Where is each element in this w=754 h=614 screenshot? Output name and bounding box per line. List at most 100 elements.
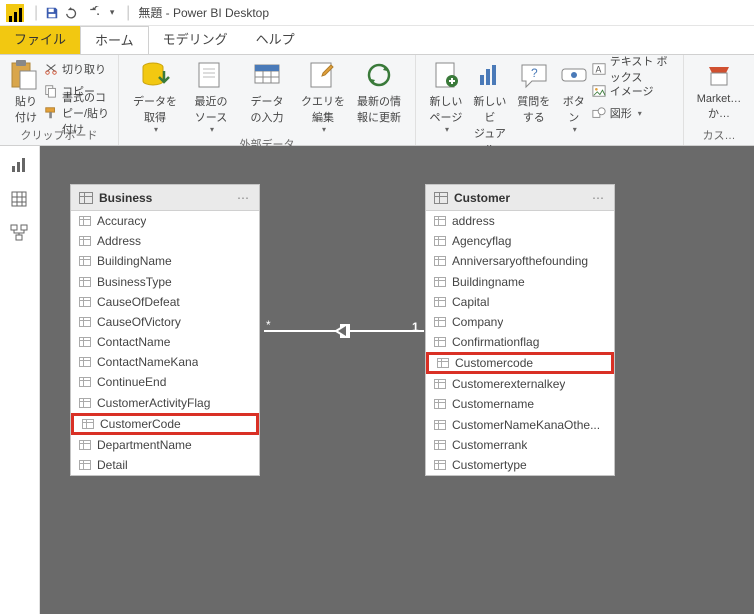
field-item[interactable]: BuildingName [71,251,259,271]
enter-data-icon [251,59,283,91]
shapes-icon [592,106,606,120]
edit-queries-icon [307,59,339,91]
table-card-business[interactable]: Business ⋯ Accuracy Address BuildingName Bu… [70,184,260,476]
relationship-cardinality-left: * [266,318,271,332]
ask-question-button[interactable]: ?質問を する [514,59,554,125]
tab-modeling[interactable]: モデリング [149,26,242,54]
field-item[interactable]: Address [71,231,259,251]
table-header[interactable]: Customer ⋯ [426,185,614,211]
field-item[interactable]: CustomerNameKanaOthe... [426,415,614,435]
ribbon-group-insert: 新しい ページ▾ 新しいビ ジュアル ?質問を する ボタ ン▾ Aテキスト ボ… [416,55,684,145]
redo-icon[interactable] [82,3,102,23]
field-icon [79,377,91,387]
field-name: Anniversaryofthefounding [452,254,588,268]
table-menu-icon[interactable]: ⋯ [592,191,606,205]
model-canvas[interactable]: Business ⋯ Accuracy Address BuildingName Bu… [40,146,754,614]
field-name: CustomerActivityFlag [97,396,210,410]
svg-text:?: ? [531,66,538,80]
field-item[interactable]: CauseOfDefeat [71,292,259,312]
field-item[interactable]: Detail [71,455,259,475]
field-name: Capital [452,295,489,309]
field-name: Accuracy [97,214,146,228]
ribbon-group-label: カス… [692,125,746,143]
buttons-button[interactable]: ボタ ン▾ [558,59,590,134]
get-data-button[interactable]: データを 取得▾ [129,59,181,134]
field-icon [434,337,446,347]
enter-data-button[interactable]: データ の入力 [241,59,293,125]
field-name: BuildingName [97,254,172,268]
field-item[interactable]: ContactName [71,332,259,352]
field-name: Customerrank [452,438,527,452]
table-name: Customer [454,191,510,205]
field-name: CustomerCode [100,417,181,431]
field-item[interactable]: ContactNameKana [71,352,259,372]
brush-icon [44,106,58,120]
field-item[interactable]: Anniversaryofthefounding [426,251,614,271]
ribbon-group-clipboard: 貼り 付け 切り取り コピー 書式のコピー/貼り付け クリップボード [0,55,119,145]
field-item[interactable]: CustomerCode [71,413,259,435]
field-item[interactable]: Customerrank [426,435,614,455]
field-item[interactable]: ContinueEnd [71,372,259,392]
field-item[interactable]: Customerexternalkey [426,374,614,394]
field-item[interactable]: DepartmentName [71,435,259,455]
field-icon [434,399,446,409]
field-item[interactable]: Capital [426,292,614,312]
refresh-button[interactable]: 最新の情 報に更新 [353,59,405,125]
field-item[interactable]: Accuracy [71,211,259,231]
field-name: Customercode [455,356,533,370]
field-item[interactable]: Buildingname [426,272,614,292]
field-icon [437,358,449,368]
recent-sources-button[interactable]: 最近の ソース▾ [185,59,237,134]
field-icon [434,460,446,470]
refresh-icon [363,59,395,91]
field-name: ContactName [97,335,170,349]
field-name: CauseOfDefeat [97,295,180,309]
format-painter-button[interactable]: 書式のコピー/貼り付け [44,103,110,123]
field-item[interactable]: CustomerActivityFlag [71,393,259,413]
table-menu-icon[interactable]: ⋯ [237,191,251,205]
image-button[interactable]: イメージ [592,81,675,101]
report-view-icon[interactable] [10,156,30,176]
field-item[interactable]: Customertype [426,455,614,475]
tab-file[interactable]: ファイル [0,26,80,54]
field-item[interactable]: Agencyflag [426,231,614,251]
new-page-button[interactable]: 新しい ページ▾ [426,59,466,134]
table-card-customer[interactable]: Customer ⋯ address Agencyflag Anniversaryo… [425,184,615,476]
field-item[interactable]: Confirmationflag [426,332,614,352]
field-item[interactable]: Customercode [426,352,614,374]
image-icon [592,84,606,98]
shapes-button[interactable]: 図形▾ [592,103,675,123]
marketplace-button[interactable]: Market… か… [694,59,744,121]
ribbon-group-custom: Market… か… カス… [684,55,754,145]
data-view-icon[interactable] [10,190,30,210]
app-logo [6,4,24,22]
field-item[interactable]: Company [426,312,614,332]
paste-button[interactable]: 貼り 付け [10,59,42,125]
tab-help[interactable]: ヘルプ [242,26,309,54]
field-name: CustomerNameKanaOthe... [452,418,600,432]
paste-icon [10,59,42,91]
field-item[interactable]: CauseOfVictory [71,312,259,332]
field-name: address [452,214,495,228]
ribbon-tabs: ファイル ホーム モデリング ヘルプ [0,26,754,54]
qat-dropdown-icon[interactable]: ▾ [102,3,122,23]
text-box-button[interactable]: Aテキスト ボックス [592,59,675,79]
text-box-icon: A [592,62,606,76]
model-view-icon[interactable] [10,224,30,244]
undo-icon[interactable] [62,3,82,23]
save-icon[interactable] [42,3,62,23]
field-item[interactable]: address [426,211,614,231]
edit-queries-button[interactable]: クエリを 編集▾ [297,59,349,134]
field-item[interactable]: Customername [426,394,614,414]
ribbon-group-external: データを 取得▾ 最近の ソース▾ データ の入力 クエリを 編集▾ 最新の情 … [119,55,416,145]
tab-home[interactable]: ホーム [80,26,149,54]
table-header[interactable]: Business ⋯ [71,185,259,211]
field-name: ContactNameKana [97,355,198,369]
table-icon [434,192,448,204]
new-visual-button[interactable]: 新しいビ ジュアル [470,59,510,157]
cut-button[interactable]: 切り取り [44,59,110,79]
field-name: BusinessType [97,275,172,289]
field-icon [79,277,91,287]
field-name: Agencyflag [452,234,511,248]
field-item[interactable]: BusinessType [71,272,259,292]
